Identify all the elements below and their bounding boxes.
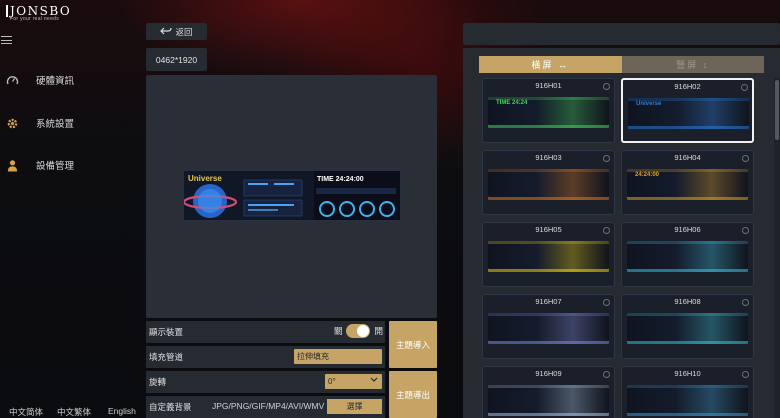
select-radio-icon[interactable] (741, 84, 748, 91)
select-radio-icon[interactable] (603, 299, 610, 306)
theme-thumbnail (488, 169, 609, 200)
sidebar-item-label: 系統設置 (36, 119, 75, 130)
theme-import-button[interactable]: 主題導入 (389, 321, 437, 368)
brand-logo: JONSBO For your real needs (6, 4, 96, 26)
toggle-off-label: 關 (333, 326, 343, 336)
theme-thumbnail (488, 385, 609, 416)
theme-card[interactable]: 916H06 (621, 222, 754, 287)
toggle-on-label: 開 (374, 326, 383, 336)
select-radio-icon[interactable] (742, 227, 749, 234)
back-button[interactable]: 返回 (146, 23, 207, 40)
fill-mode-select[interactable]: 拉伸填充 (294, 349, 382, 364)
preview-panel: Universe TIME 24:24:00 (146, 75, 437, 318)
select-radio-icon[interactable] (603, 83, 610, 90)
tab-portrait[interactable]: 豎屏 ↕ (621, 56, 764, 73)
gear-icon (5, 116, 19, 130)
display-device-label: 顯示裝置 (149, 327, 184, 337)
theme-thumbnail (627, 313, 748, 344)
orientation-tabs: 橫屏 ↔ 豎屏 ↕ (479, 56, 764, 73)
theme-gallery-panel: 橫屏 ↔ 豎屏 ↕ 916H01 TIME 24:24 916H02 Universe… (463, 48, 780, 418)
theme-card[interactable]: 916H01 TIME 24:24 (482, 78, 615, 143)
theme-card-title: 916H03 (535, 153, 562, 162)
select-radio-icon[interactable] (742, 155, 749, 162)
right-header-bar (463, 23, 780, 45)
display-device-row: 顯示裝置 關 開 (146, 321, 385, 343)
theme-thumbnail-text: Universe (636, 101, 662, 107)
language-option-traditional[interactable]: 中文繁体 (57, 406, 91, 418)
select-radio-icon[interactable] (742, 371, 749, 378)
theme-thumbnail-text: TIME 24:24 (496, 100, 528, 106)
theme-card[interactable]: 916H02 Universe (621, 78, 754, 143)
custom-background-row: 自定義背景 JPG/PNG/GIF/MP4/AVI/WMV 選擇 (146, 396, 385, 418)
theme-card-title: 916H09 (535, 369, 562, 378)
sidebar-item-label: 設備管理 (36, 161, 75, 172)
logo-bar (6, 5, 8, 17)
theme-thumbnail (488, 241, 609, 272)
chevron-down-icon (370, 377, 378, 382)
resolution-display: 0462*1920 (146, 48, 207, 71)
theme-card-title: 916H01 (535, 81, 562, 90)
theme-card[interactable]: 916H05 (482, 222, 615, 287)
tab-landscape[interactable]: 橫屏 ↔ (479, 56, 622, 73)
sidebar-item-device-management[interactable]: 設備管理 (5, 157, 74, 173)
select-radio-icon[interactable] (603, 227, 610, 234)
rotation-value: 0° (328, 377, 336, 386)
theme-card-title: 916H04 (674, 153, 701, 162)
supported-formats: JPG/PNG/GIF/MP4/AVI/WMV (212, 401, 325, 411)
sidebar-item-hardware-info[interactable]: 硬體資訊 (5, 72, 74, 88)
theme-card-title: 916H10 (674, 369, 701, 378)
hamburger-menu-icon[interactable] (1, 36, 12, 44)
theme-card-title: 916H05 (535, 225, 562, 234)
theme-thumbnail: 24:24:00 (627, 169, 748, 200)
theme-preview-image: Universe TIME 24:24:00 (183, 170, 401, 221)
rotation-row: 旋轉 0° (146, 371, 385, 393)
select-radio-icon[interactable] (603, 371, 610, 378)
display-toggle[interactable] (346, 324, 371, 338)
theme-card-title: 916H08 (674, 297, 701, 306)
theme-card[interactable]: 916H09 (482, 366, 615, 418)
rotation-label: 旋轉 (149, 377, 167, 387)
theme-thumbnail (488, 313, 609, 344)
theme-card[interactable]: 916H07 (482, 294, 615, 359)
theme-card[interactable]: 916H04 24:24:00 (621, 150, 754, 215)
theme-card[interactable]: 916H03 (482, 150, 615, 215)
theme-card-title: 916H07 (535, 297, 562, 306)
theme-card-title: 916H02 (674, 82, 701, 91)
theme-thumbnail: Universe (628, 98, 749, 129)
select-radio-icon[interactable] (603, 155, 610, 162)
fill-mode-label: 填充管道 (149, 352, 184, 362)
theme-card-title: 916H06 (674, 225, 701, 234)
sidebar-item-label: 硬體資訊 (36, 76, 75, 87)
language-option-simplified[interactable]: 中文简体 (9, 406, 43, 418)
theme-card[interactable]: 916H08 (621, 294, 754, 359)
gallery-scrollbar[interactable] (774, 78, 780, 418)
theme-thumbnail-text: 24:24:00 (635, 172, 660, 178)
select-radio-icon[interactable] (742, 299, 749, 306)
language-option-english[interactable]: English (108, 406, 136, 416)
back-label: 返回 (175, 26, 193, 37)
return-arrow-icon (160, 27, 173, 35)
display-toggle-group: 關 開 (334, 324, 383, 338)
theme-thumbnail (627, 241, 748, 272)
preview-title: Universe (188, 174, 222, 183)
theme-thumbnail: TIME 24:24 (488, 97, 609, 128)
theme-card[interactable]: 916H10 (621, 366, 754, 418)
speedometer-icon (5, 73, 19, 87)
scrollbar-thumb[interactable] (775, 80, 779, 140)
preview-time: TIME 24:24:00 (317, 176, 364, 183)
theme-thumbnail (627, 385, 748, 416)
custom-background-label: 自定義背景 (149, 402, 192, 412)
fill-mode-row: 填充管道 拉伸填充 (146, 346, 385, 368)
rotation-select[interactable]: 0° (325, 374, 382, 389)
fill-mode-value: 拉伸填充 (297, 352, 329, 361)
sidebar-item-system-settings[interactable]: 系統設置 (5, 115, 74, 131)
brand-tagline: For your real needs (10, 16, 60, 22)
choose-file-button[interactable]: 選擇 (327, 399, 382, 414)
user-icon (5, 158, 19, 172)
theme-export-button[interactable]: 主題導出 (389, 371, 437, 418)
